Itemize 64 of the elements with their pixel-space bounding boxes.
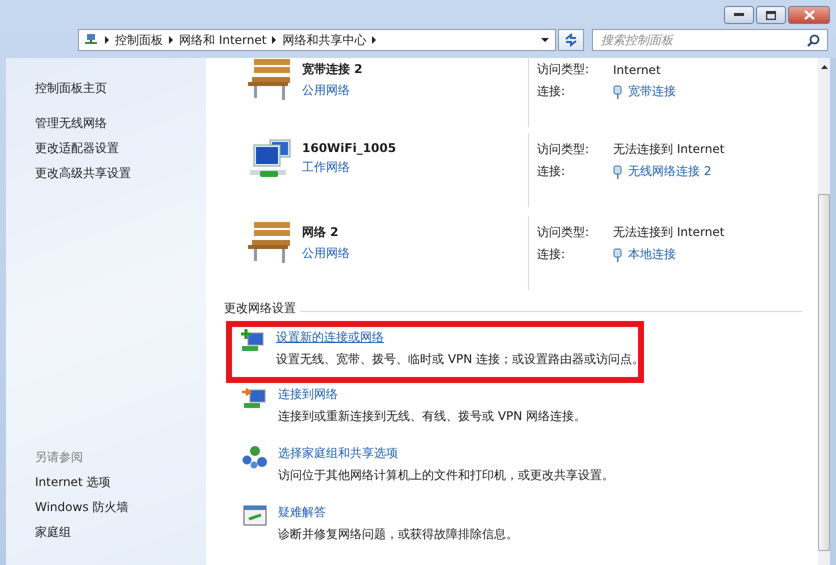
network-type-link[interactable]: 工作网络 bbox=[302, 159, 396, 176]
section-heading: 更改网络设置 bbox=[224, 300, 296, 317]
task-description: 诊断并修复网络问题，或获得故障排除信息。 bbox=[278, 526, 518, 543]
access-type-label: 访问类型: bbox=[537, 141, 590, 158]
minimize-icon bbox=[734, 13, 744, 17]
task-link[interactable]: 设置新的连接或网络 bbox=[276, 329, 644, 346]
network-type-link[interactable]: 公用网络 bbox=[302, 82, 363, 99]
access-type-label: 访问类型: bbox=[537, 61, 590, 78]
maximize-button[interactable] bbox=[756, 6, 786, 24]
breadcrumb[interactable]: 网络和共享中心 bbox=[282, 32, 366, 48]
scrollbar[interactable] bbox=[818, 58, 830, 565]
scroll-up-arrow-icon[interactable] bbox=[820, 65, 828, 69]
maximize-icon bbox=[766, 10, 776, 20]
homegroup-icon bbox=[242, 445, 268, 469]
refresh-button[interactable] bbox=[558, 29, 584, 51]
dropdown-arrow-icon[interactable] bbox=[541, 38, 549, 42]
sidebar-link[interactable]: Internet 选项 bbox=[35, 470, 206, 495]
troubleshoot-icon bbox=[242, 504, 268, 528]
network-name: 宽带连接 2 bbox=[302, 61, 363, 78]
chevron-icon bbox=[272, 36, 276, 44]
breadcrumb[interactable]: 网络和 Internet bbox=[179, 32, 266, 48]
plug-icon bbox=[613, 164, 622, 178]
chevron-icon bbox=[105, 36, 109, 44]
sidebar-link[interactable]: Windows 防火墙 bbox=[35, 495, 206, 520]
access-type-value: Internet bbox=[613, 62, 661, 76]
refresh-icon bbox=[563, 33, 579, 47]
see-also-heading: 另请参阅 bbox=[35, 449, 84, 466]
task-description: 访问位于其他网络计算机上的文件和打印机，或更改共享设置。 bbox=[278, 467, 614, 484]
minimize-button[interactable] bbox=[724, 6, 754, 24]
network-name: 160WiFi_1005 bbox=[302, 141, 396, 155]
sidebar-link[interactable]: 更改适配器设置 bbox=[35, 136, 206, 161]
task-link[interactable]: 疑难解答 bbox=[278, 504, 518, 521]
plug-icon bbox=[613, 248, 622, 262]
network-type-link[interactable]: 公用网络 bbox=[302, 245, 350, 262]
chevron-icon bbox=[372, 36, 376, 44]
search-icon bbox=[807, 34, 820, 47]
connection-link[interactable]: 无线网络连接 2 bbox=[628, 163, 712, 180]
address-bar[interactable]: 控制面板 网络和 Internet 网络和共享中心 bbox=[78, 29, 556, 51]
search-field[interactable]: 搜索控制面板 bbox=[592, 29, 828, 51]
connection-link[interactable]: 本地连接 bbox=[628, 246, 676, 263]
sidebar-link[interactable]: 家庭组 bbox=[35, 520, 206, 545]
connection-label: 连接: bbox=[537, 83, 566, 100]
network-icon bbox=[83, 33, 99, 47]
plug-icon bbox=[613, 84, 622, 98]
task-description: 设置无线、宽带、拨号、临时或 VPN 连接；或设置路由器或访问点。 bbox=[276, 351, 644, 368]
connection-link[interactable]: 宽带连接 bbox=[628, 83, 676, 100]
task-link[interactable]: 连接到网络 bbox=[278, 386, 586, 403]
close-button[interactable] bbox=[788, 6, 830, 24]
network-plus-icon bbox=[240, 329, 266, 353]
task-description: 连接到或重新连接到无线、有线、拨号或 VPN 网络连接。 bbox=[278, 408, 586, 425]
access-type-value: 无法连接到 Internet bbox=[613, 141, 724, 158]
sidebar-link[interactable]: 更改高级共享设置 bbox=[35, 161, 206, 186]
task-link[interactable]: 选择家庭组和共享选项 bbox=[278, 445, 614, 462]
breadcrumb[interactable]: 控制面板 bbox=[115, 32, 163, 48]
network-name: 网络 2 bbox=[302, 224, 340, 241]
close-icon bbox=[804, 10, 814, 20]
sidebar-link[interactable]: 控制面板主页 bbox=[35, 76, 206, 101]
connection-label: 连接: bbox=[537, 246, 566, 263]
access-type-value: 无法连接到 Internet bbox=[613, 224, 724, 241]
chevron-icon bbox=[169, 36, 173, 44]
sidebar-link[interactable]: 管理无线网络 bbox=[35, 111, 206, 136]
access-type-label: 访问类型: bbox=[537, 224, 590, 241]
connection-label: 连接: bbox=[537, 163, 566, 180]
network-arrow-icon bbox=[242, 386, 268, 410]
